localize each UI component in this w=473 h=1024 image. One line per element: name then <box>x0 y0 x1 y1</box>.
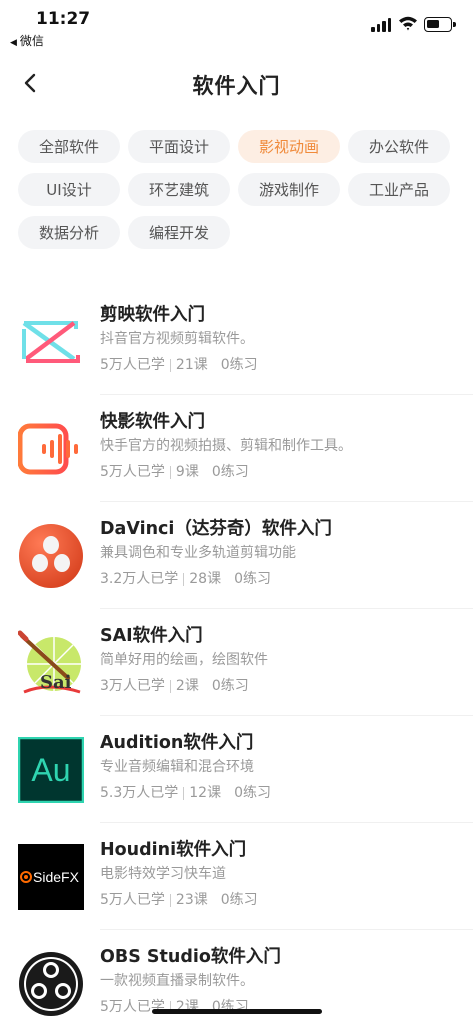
course-lessons: 21课 <box>175 357 208 373</box>
kuaiying-logo-icon <box>18 423 78 475</box>
page-title: 软件入门 <box>192 74 281 98</box>
course-learners: 5万人已学 <box>100 464 165 480</box>
nav-bar: 软件入门 <box>0 56 473 110</box>
course-description: 简单好用的绘画，绘图软件 <box>100 652 268 668</box>
course-meta: 5万人已学 21课 0练习 <box>100 354 463 376</box>
course-learners: 3万人已学 <box>100 678 165 694</box>
sidefx-logo-icon: SideFX <box>18 844 84 910</box>
home-indicator[interactable] <box>152 1009 322 1014</box>
audition-logo-icon: Au <box>18 737 84 803</box>
course-title: 剪映软件入门 <box>100 305 205 325</box>
status-time: 11:27 <box>36 9 91 29</box>
course-description: 兼具调色和专业多轨道剪辑功能 <box>100 545 296 561</box>
obs-logo-icon <box>19 952 83 1016</box>
course-description: 专业音频编辑和混合环境 <box>100 759 254 775</box>
course-lessons: 12课 <box>189 785 222 801</box>
course-lessons: 2课 <box>175 999 199 1015</box>
course-learners: 5万人已学 <box>100 357 165 373</box>
course-description: 快手官方的视频拍摄、剪辑和制作工具。 <box>100 438 352 454</box>
battery-icon <box>424 17 456 32</box>
course-learners: 5万人已学 <box>100 999 165 1015</box>
course-practice: 0练习 <box>211 678 249 694</box>
category-chip[interactable]: 工业产品 <box>348 173 450 206</box>
capcut-logo-icon <box>18 309 84 375</box>
course-title: OBS Studio软件入门 <box>100 947 281 967</box>
course-lessons: 23课 <box>175 892 208 908</box>
sai-logo-text: Sai <box>40 672 72 693</box>
course-lessons: 9课 <box>175 464 199 480</box>
category-chip-active[interactable]: 影视动画 <box>238 130 340 163</box>
course-practice: 0练习 <box>220 892 258 908</box>
course-item[interactable]: Sai SAI软件入门 简单好用的绘画，绘图软件 3万人已学 2课 0练习 <box>0 609 473 716</box>
course-meta: 3.2万人已学 28课 0练习 <box>100 568 463 590</box>
course-practice: 0练习 <box>211 464 249 480</box>
course-practice: 0练习 <box>234 785 272 801</box>
course-practice: 0练习 <box>211 999 249 1015</box>
back-to-app-link[interactable]: ◀ 微信 <box>10 32 44 49</box>
course-lessons: 2课 <box>175 678 199 694</box>
course-meta: 5万人已学 9课 0练习 <box>100 461 463 483</box>
course-list: 剪映软件入门 抖音官方视频剪辑软件。 5万人已学 21课 0练习 快影软件入门 快手… <box>0 288 473 1024</box>
course-meta: 5.3万人已学 12课 0练习 <box>100 782 463 804</box>
course-practice: 0练习 <box>220 357 258 373</box>
davinci-logo-icon <box>19 524 83 588</box>
course-title: Houdini软件入门 <box>100 840 247 860</box>
category-filter: 全部软件 平面设计 影视动画 办公软件 UI设计 环艺建筑 游戏制作 工业产品 … <box>18 130 458 249</box>
course-description: 电影特效学习快车道 <box>100 866 226 882</box>
course-learners: 5.3万人已学 <box>100 785 179 801</box>
course-meta: 5万人已学 2课 0练习 <box>100 996 463 1018</box>
category-chip[interactable]: 编程开发 <box>128 216 230 249</box>
course-item[interactable]: 剪映软件入门 抖音官方视频剪辑软件。 5万人已学 21课 0练习 <box>0 288 473 395</box>
sai-logo-icon: Sai <box>18 630 81 694</box>
back-app-label: 微信 <box>19 34 44 48</box>
course-description: 抖音官方视频剪辑软件。 <box>100 331 254 347</box>
category-chip[interactable]: UI设计 <box>18 173 120 206</box>
course-meta: 5万人已学 23课 0练习 <box>100 889 463 911</box>
category-chip[interactable]: 平面设计 <box>128 130 230 163</box>
category-chip[interactable]: 全部软件 <box>18 130 120 163</box>
course-lessons: 28课 <box>189 571 222 587</box>
course-description: 一款视频直播录制软件。 <box>100 973 254 989</box>
course-meta: 3万人已学 2课 0练习 <box>100 675 463 697</box>
back-triangle-icon: ◀ <box>10 38 17 48</box>
course-practice: 0练习 <box>234 571 272 587</box>
course-item[interactable]: SideFX Houdini软件入门 电影特效学习快车道 5万人已学 23课 0练习 <box>0 823 473 930</box>
course-item[interactable]: Au Audition软件入门 专业音频编辑和混合环境 5.3万人已学 12课 0练… <box>0 716 473 823</box>
wifi-icon <box>399 16 417 31</box>
course-item[interactable]: 快影软件入门 快手官方的视频拍摄、剪辑和制作工具。 5万人已学 9课 0练习 <box>0 395 473 502</box>
course-title: DaVinci（达芬奇）软件入门 <box>100 519 332 539</box>
course-title: 快影软件入门 <box>100 412 205 432</box>
sidefx-logo-text: SideFX <box>33 869 80 885</box>
category-chip[interactable]: 游戏制作 <box>238 173 340 206</box>
category-chip[interactable]: 环艺建筑 <box>128 173 230 206</box>
course-item[interactable]: DaVinci（达芬奇）软件入门 兼具调色和专业多轨道剪辑功能 3.2万人已学 2… <box>0 502 473 609</box>
category-chip[interactable]: 办公软件 <box>348 130 450 163</box>
course-title: Audition软件入门 <box>100 733 254 753</box>
category-chip[interactable]: 数据分析 <box>18 216 120 249</box>
course-learners: 5万人已学 <box>100 892 165 908</box>
course-learners: 3.2万人已学 <box>100 571 179 587</box>
cellular-signal-icon <box>371 16 393 32</box>
audition-logo-text: Au <box>31 752 70 788</box>
status-bar: 11:27 ◀ 微信 <box>0 0 473 50</box>
course-title: SAI软件入门 <box>100 626 203 646</box>
